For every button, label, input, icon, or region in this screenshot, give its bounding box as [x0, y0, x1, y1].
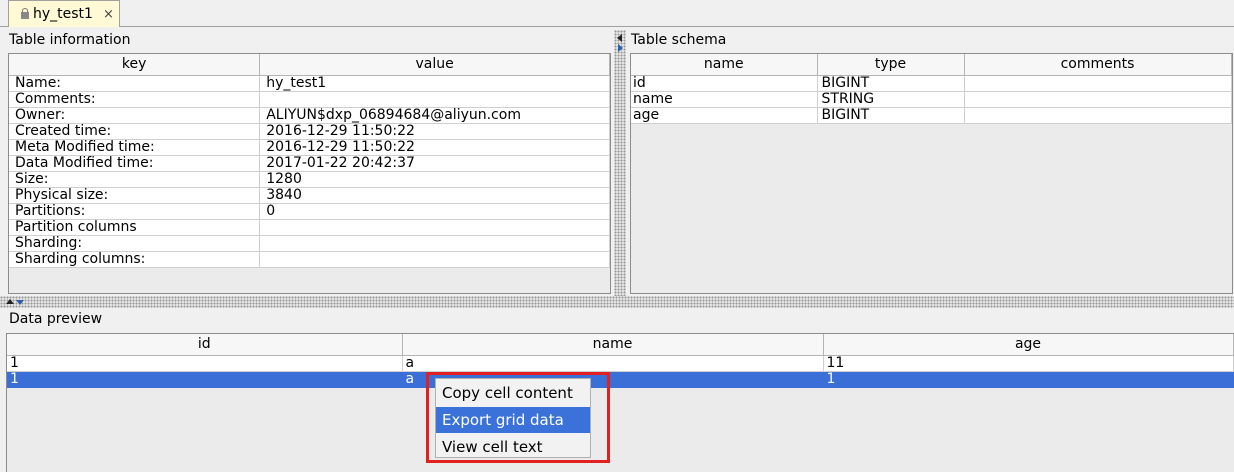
table-row[interactable]: id BIGINT [631, 75, 1232, 92]
value-cell[interactable]: ALIYUN$dxp_06894684@aliyun.com [259, 107, 610, 124]
name-cell[interactable]: a [402, 355, 824, 372]
menu-item-view-cell-text[interactable]: View cell text [436, 434, 590, 460]
table-information-panel: Table information key value Name: hy_test… [4, 30, 614, 296]
table-row[interactable]: Partitions: 0 [9, 203, 610, 220]
table-row[interactable]: Comments: [9, 91, 610, 108]
table-row[interactable]: age BIGINT [631, 107, 1232, 124]
value-cell[interactable]: 3840 [259, 187, 610, 204]
vertical-splitter[interactable] [614, 30, 626, 296]
name-cell[interactable]: name [631, 91, 818, 108]
type-cell[interactable]: STRING [817, 91, 965, 108]
tab-hy-test1[interactable]: hy_test1 × [8, 0, 120, 27]
table-information-grid[interactable]: key value Name: hy_test1 Comments: Owner:… [8, 53, 611, 294]
id-cell[interactable]: 1 [7, 371, 403, 388]
table-row[interactable]: Sharding columns: [9, 251, 610, 268]
table-row[interactable]: name STRING [631, 91, 1232, 108]
context-menu-highlight-box: Copy cell content Export grid data View … [426, 372, 610, 463]
close-icon[interactable]: × [103, 7, 114, 22]
value-cell[interactable] [259, 235, 610, 252]
key-cell[interactable]: Comments: [9, 91, 261, 108]
table-schema-grid[interactable]: name type comments id BIGINT name STRING a… [630, 53, 1233, 294]
key-cell[interactable]: Owner: [9, 107, 261, 124]
key-cell[interactable]: Partition columns [9, 219, 261, 236]
value-cell[interactable]: 0 [259, 203, 610, 220]
key-cell[interactable]: Sharding: [9, 235, 261, 252]
value-cell[interactable] [259, 251, 610, 268]
id-cell[interactable]: 1 [7, 355, 403, 372]
lock-icon [21, 8, 29, 22]
value-cell[interactable]: hy_test1 [259, 75, 610, 92]
collapse-left-arrow-icon[interactable] [617, 34, 622, 42]
horizontal-splitter[interactable] [0, 296, 1234, 308]
key-cell[interactable]: Name: [9, 75, 261, 92]
collapse-down-arrow-icon[interactable] [16, 300, 24, 305]
data-preview-title: Data preview [9, 311, 103, 327]
table-schema-panel: Table schema name type comments id BIGINT… [626, 30, 1234, 296]
key-cell[interactable]: Data Modified time: [9, 155, 261, 172]
column-header-age[interactable]: age [823, 334, 1234, 356]
value-cell[interactable]: 2017-01-22 20:42:37 [259, 155, 610, 172]
editor-tab-strip: hy_test1 × [0, 0, 1234, 27]
type-cell[interactable]: BIGINT [817, 107, 965, 124]
value-cell[interactable]: 2016-12-29 11:50:22 [259, 139, 610, 156]
age-cell[interactable]: 1 [823, 371, 1234, 388]
key-cell[interactable]: Created time: [9, 123, 261, 140]
collapse-up-arrow-icon[interactable] [6, 299, 14, 304]
column-header-name[interactable]: name [631, 54, 818, 76]
table-row-selected[interactable]: 1a1 [7, 371, 1234, 388]
value-cell[interactable] [259, 219, 610, 236]
table-row[interactable]: Physical size: 3840 [9, 187, 610, 204]
table-row[interactable]: Name: hy_test1 [9, 75, 610, 92]
table-information-title: Table information [9, 32, 131, 48]
column-header-value[interactable]: value [259, 54, 610, 76]
type-cell[interactable]: BIGINT [817, 75, 965, 92]
key-cell[interactable]: Physical size: [9, 187, 261, 204]
tab-label: hy_test1 [33, 6, 93, 22]
key-cell[interactable]: Partitions: [9, 203, 261, 220]
value-cell[interactable]: 1280 [259, 171, 610, 188]
table-row[interactable]: Data Modified time: 2017-01-22 20:42:37 [9, 155, 610, 172]
table-row[interactable]: Size: 1280 [9, 171, 610, 188]
name-cell[interactable]: age [631, 107, 818, 124]
column-header-type[interactable]: type [817, 54, 965, 76]
table-schema-title: Table schema [631, 32, 727, 48]
key-cell[interactable]: Meta Modified time: [9, 139, 261, 156]
data-preview-panel: Data preview id name age 1 a 11 1a1 [4, 308, 1234, 472]
key-cell[interactable]: Size: [9, 171, 261, 188]
table-row[interactable]: Sharding: [9, 235, 610, 252]
table-row[interactable]: Partition columns [9, 219, 610, 236]
value-cell[interactable] [259, 91, 610, 108]
age-cell[interactable]: 11 [823, 355, 1234, 372]
column-header-name[interactable]: name [402, 334, 824, 356]
name-cell[interactable]: id [631, 75, 818, 92]
context-menu: Copy cell content Export grid data View … [435, 378, 591, 458]
key-cell[interactable]: Sharding columns: [9, 251, 261, 268]
table-row[interactable]: 1 a 11 [7, 355, 1234, 372]
data-preview-grid[interactable]: id name age 1 a 11 1a1 [6, 333, 1234, 472]
value-cell[interactable]: 2016-12-29 11:50:22 [259, 123, 610, 140]
comments-cell[interactable] [964, 75, 1232, 92]
menu-item-copy-cell-content[interactable]: Copy cell content [436, 380, 590, 406]
column-header-comments[interactable]: comments [964, 54, 1232, 76]
collapse-right-arrow-icon[interactable] [618, 44, 623, 52]
table-row[interactable]: Meta Modified time: 2016-12-29 11:50:22 [9, 139, 610, 156]
table-row[interactable]: Created time: 2016-12-29 11:50:22 [9, 123, 610, 140]
column-header-id[interactable]: id [7, 334, 403, 356]
menu-item-export-grid-data[interactable]: Export grid data [436, 407, 590, 433]
comments-cell[interactable] [964, 91, 1232, 108]
comments-cell[interactable] [964, 107, 1232, 124]
table-row[interactable]: Owner: ALIYUN$dxp_06894684@aliyun.com [9, 107, 610, 124]
column-header-key[interactable]: key [9, 54, 261, 76]
